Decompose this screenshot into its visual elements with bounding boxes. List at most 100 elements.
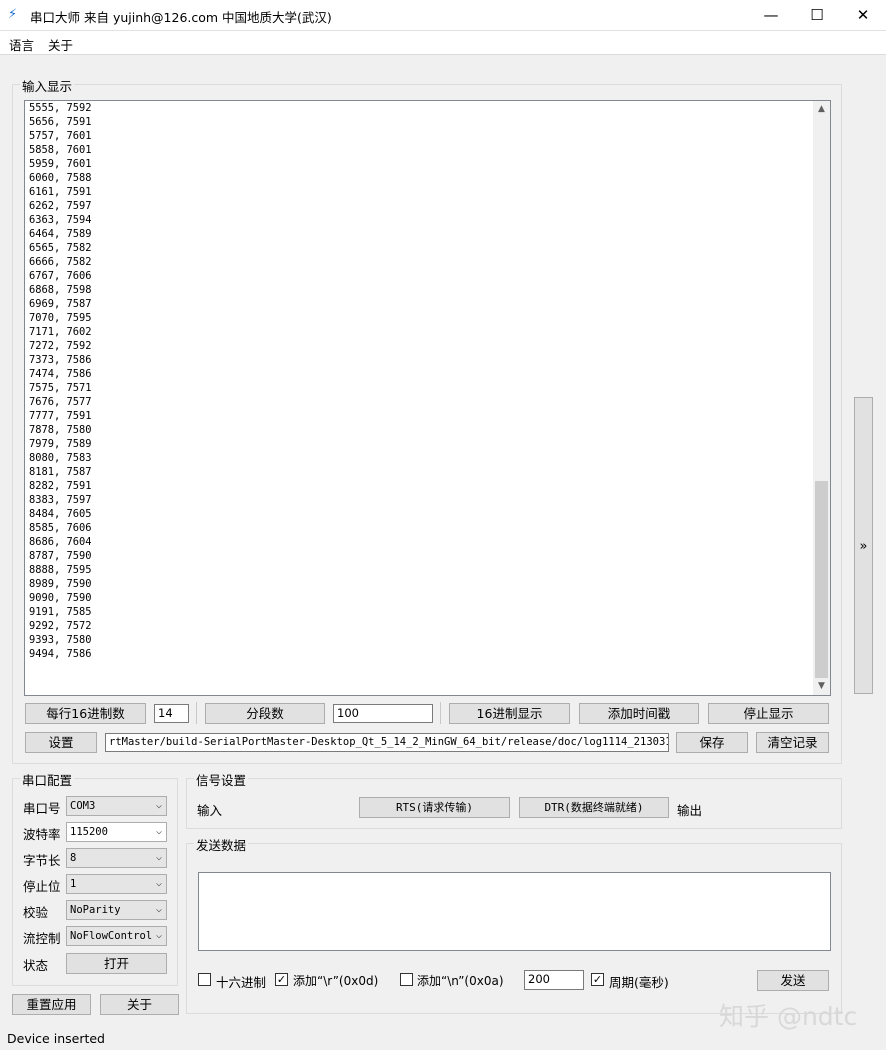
receive-text-area[interactable]: 5555, 7592 5656, 7591 5757, 7601 5858, 7601… bbox=[24, 100, 831, 696]
minimize-button[interactable]: — bbox=[748, 0, 794, 31]
clear-log-button[interactable]: 清空记录 bbox=[756, 732, 829, 753]
add-cr-label: 添加“\r”(0x0d) bbox=[293, 974, 379, 988]
open-port-button[interactable]: 打开 bbox=[66, 953, 167, 974]
period-input[interactable]: 200 bbox=[524, 970, 584, 990]
check-icon: ✓ bbox=[276, 973, 287, 986]
period-checkbox[interactable]: ✓ bbox=[591, 973, 604, 986]
add-lf-checkbox[interactable] bbox=[400, 973, 413, 986]
baud-select[interactable]: 115200 ⌵ bbox=[66, 822, 167, 842]
hex-per-line-input[interactable]: 14 bbox=[154, 704, 189, 723]
databits-value: 8 bbox=[70, 852, 77, 864]
hex-send-checkbox[interactable] bbox=[198, 973, 211, 986]
receive-line: 7676, 7577 bbox=[29, 396, 92, 408]
hex-per-line-button[interactable]: 每行16进制数 bbox=[25, 703, 146, 724]
parity-select[interactable]: NoParity ⌵ bbox=[66, 900, 167, 920]
status-text: Device inserted bbox=[7, 1031, 105, 1046]
send-data-title: 发送数据 bbox=[194, 835, 249, 854]
segments-button[interactable]: 分段数 bbox=[205, 703, 325, 724]
baud-label: 波特率 bbox=[23, 827, 61, 842]
receive-line: 8686, 7604 bbox=[29, 536, 92, 548]
close-button[interactable]: ✕ bbox=[840, 0, 886, 31]
receive-line: 8484, 7605 bbox=[29, 508, 92, 520]
receive-line: 5656, 7591 bbox=[29, 116, 92, 128]
receive-line: 5959, 7601 bbox=[29, 158, 92, 170]
title-bar: ⚡ 串口大师 来自 yujinh@126.com 中国地质大学(武汉) — ☐ … bbox=[0, 0, 886, 31]
dtr-button[interactable]: DTR(数据终端就绪) bbox=[519, 797, 669, 818]
port-select[interactable]: COM3 ⌵ bbox=[66, 796, 167, 816]
signal-input-label: 输入 bbox=[197, 803, 223, 818]
menu-language[interactable]: 语言 bbox=[9, 35, 34, 54]
state-label: 状态 bbox=[23, 958, 49, 973]
receive-line: 9393, 7580 bbox=[29, 634, 92, 646]
app-icon: ⚡ bbox=[8, 7, 18, 22]
receive-line: 6666, 7582 bbox=[29, 256, 92, 268]
scroll-thumb[interactable] bbox=[815, 481, 828, 678]
receive-line: 8989, 7590 bbox=[29, 578, 92, 590]
hex-send-label: 十六进制 bbox=[216, 975, 267, 990]
add-cr-checkbox[interactable]: ✓ bbox=[275, 973, 288, 986]
parity-value: NoParity bbox=[70, 904, 121, 916]
reset-app-button[interactable]: 重置应用 bbox=[12, 994, 91, 1015]
receive-scrollbar[interactable]: ▲ ▼ bbox=[813, 101, 830, 695]
chevron-down-icon: ⌵ bbox=[155, 930, 162, 941]
check-icon: ✓ bbox=[592, 973, 603, 986]
port-value: COM3 bbox=[70, 800, 96, 812]
send-text-area[interactable] bbox=[198, 872, 831, 951]
about-button[interactable]: 关于 bbox=[100, 994, 179, 1015]
log-path-input[interactable]: rtMaster/build-SerialPortMaster-Desktop_… bbox=[105, 733, 669, 752]
receive-line: 6565, 7582 bbox=[29, 242, 92, 254]
hex-display-button[interactable]: 16进制显示 bbox=[449, 703, 570, 724]
receive-line: 8585, 7606 bbox=[29, 522, 92, 534]
scroll-up-icon[interactable]: ▲ bbox=[813, 101, 830, 118]
databits-select[interactable]: 8 ⌵ bbox=[66, 848, 167, 868]
receive-line: 7171, 7602 bbox=[29, 326, 92, 338]
receive-line: 7373, 7586 bbox=[29, 354, 92, 366]
signal-settings-group bbox=[186, 778, 842, 829]
segments-input[interactable]: 100 bbox=[333, 704, 433, 723]
period-label: 周期(毫秒) bbox=[609, 975, 669, 990]
stopbits-select[interactable]: 1 ⌵ bbox=[66, 874, 167, 894]
signal-output-label: 输出 bbox=[677, 803, 703, 818]
flow-select[interactable]: NoFlowControl ⌵ bbox=[66, 926, 167, 946]
receive-line: 8181, 7587 bbox=[29, 466, 92, 478]
receive-line: 9292, 7572 bbox=[29, 620, 92, 632]
flow-value: NoFlowControl bbox=[70, 930, 153, 942]
separator bbox=[440, 702, 441, 724]
receive-lines: 5555, 7592 5656, 7591 5757, 7601 5858, 7601… bbox=[29, 101, 92, 661]
receive-line: 6161, 7591 bbox=[29, 186, 92, 198]
serial-config-title: 串口配置 bbox=[20, 770, 75, 789]
rts-button[interactable]: RTS(请求传输) bbox=[359, 797, 510, 818]
receive-line: 7474, 7586 bbox=[29, 368, 92, 380]
save-button[interactable]: 保存 bbox=[676, 732, 748, 753]
signal-settings-title: 信号设置 bbox=[194, 770, 249, 789]
separator bbox=[196, 702, 197, 724]
chevron-down-icon: ⌵ bbox=[155, 826, 162, 837]
stopbits-value: 1 bbox=[70, 878, 77, 890]
port-label: 串口号 bbox=[23, 801, 61, 816]
send-button[interactable]: 发送 bbox=[757, 970, 829, 991]
chevron-down-icon: ⌵ bbox=[155, 800, 162, 811]
chevron-down-icon: ⌵ bbox=[155, 852, 162, 863]
receive-line: 9090, 7590 bbox=[29, 592, 92, 604]
menu-about[interactable]: 关于 bbox=[48, 35, 73, 54]
stop-display-button[interactable]: 停止显示 bbox=[708, 703, 829, 724]
status-bar: Device inserted bbox=[0, 1028, 886, 1050]
receive-line: 8888, 7595 bbox=[29, 564, 92, 576]
receive-line: 6060, 7588 bbox=[29, 172, 92, 184]
chevron-down-icon: ⌵ bbox=[155, 878, 162, 889]
receive-line: 8080, 7583 bbox=[29, 452, 92, 464]
receive-line: 6868, 7598 bbox=[29, 284, 92, 296]
add-timestamp-button[interactable]: 添加时间戳 bbox=[579, 703, 699, 724]
receive-line: 6464, 7589 bbox=[29, 228, 92, 240]
chevron-down-icon: ⌵ bbox=[155, 904, 162, 915]
add-lf-label: 添加“\n”(0x0a) bbox=[417, 974, 504, 988]
expand-panel-button[interactable]: » bbox=[854, 397, 873, 694]
input-display-title: 输入显示 bbox=[20, 76, 75, 95]
parity-label: 校验 bbox=[23, 905, 49, 920]
receive-line: 7070, 7595 bbox=[29, 312, 92, 324]
settings-button[interactable]: 设置 bbox=[25, 732, 97, 753]
maximize-button[interactable]: ☐ bbox=[794, 0, 840, 31]
receive-line: 6969, 7587 bbox=[29, 298, 92, 310]
scroll-down-icon[interactable]: ▼ bbox=[813, 678, 830, 695]
receive-line: 7272, 7592 bbox=[29, 340, 92, 352]
